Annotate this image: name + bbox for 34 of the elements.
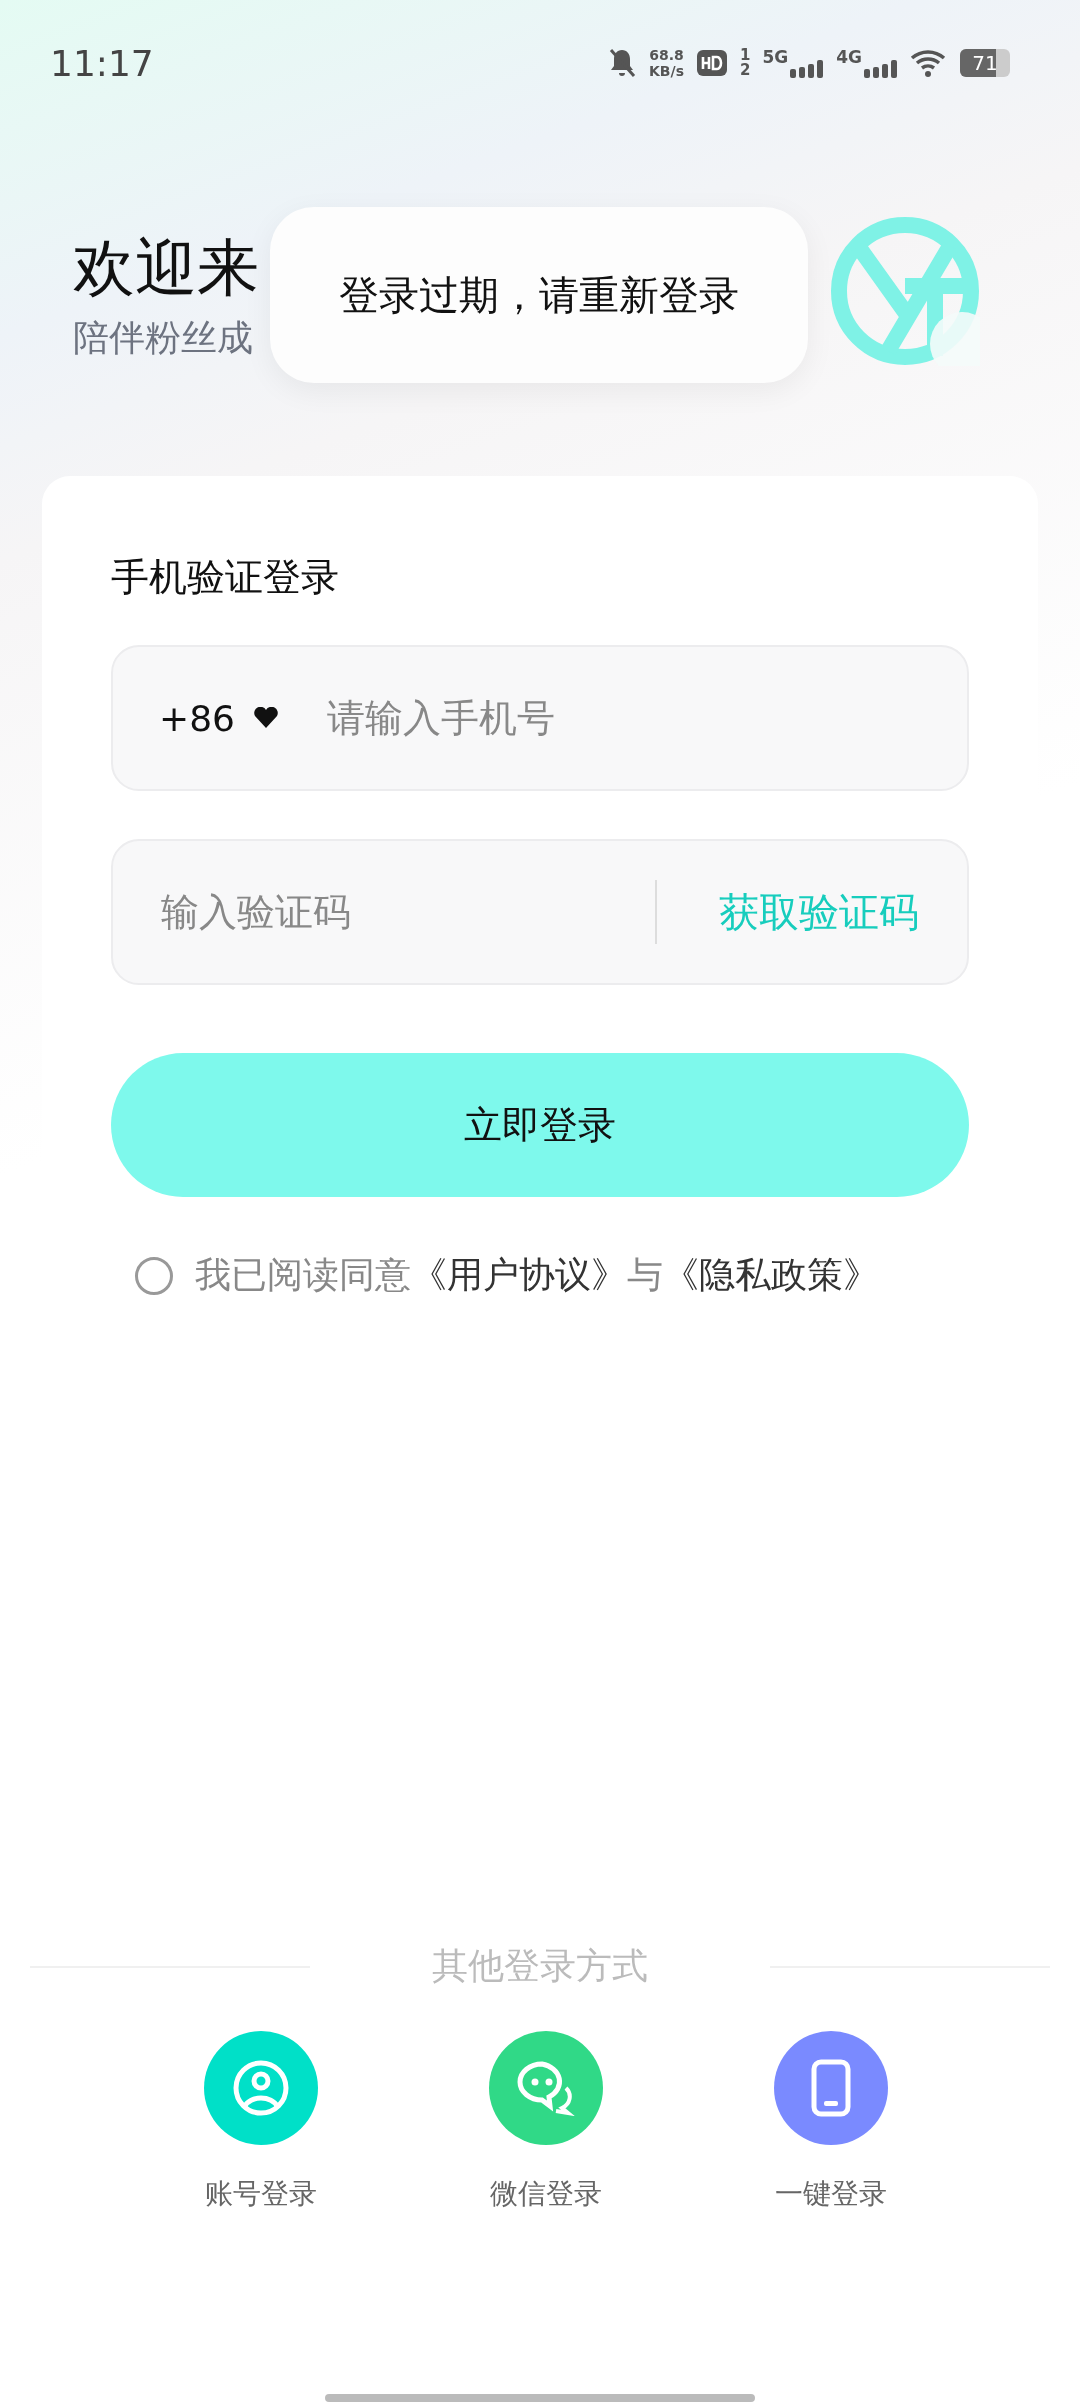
chat-icon [516, 2060, 576, 2116]
user-icon [231, 2058, 291, 2118]
mute-bell-icon [607, 47, 637, 79]
welcome-title: 欢迎来 [73, 230, 259, 306]
country-code[interactable]: +86 [159, 697, 235, 739]
signal-icon [862, 57, 898, 79]
other-login-title: 其他登录方式 [432, 1944, 648, 1988]
card-title: 手机验证登录 [111, 554, 340, 601]
hd-sim-top: 1 [739, 48, 751, 63]
agreement-text: 我已阅读同意 [195, 1253, 411, 1297]
login-method-label: 一键登录 [775, 2176, 887, 2212]
logo-icon [830, 216, 980, 366]
heart-caret-icon[interactable] [253, 707, 279, 729]
agreement-text: 与 [627, 1253, 663, 1297]
phone-field[interactable]: +86 请输入手机号 [111, 645, 969, 791]
phone-icon [809, 2058, 853, 2118]
toast-message: 登录过期，请重新登录 [270, 207, 808, 383]
user-agreement-link[interactable]: 《用户协议》 [411, 1251, 627, 1300]
signal-icon [788, 57, 825, 79]
hd-sim-bottom: 2 [739, 63, 751, 78]
net-unit: KB/s [649, 63, 684, 79]
wifi-icon [910, 48, 948, 78]
login-button[interactable]: 立即登录 [111, 1053, 969, 1197]
login-method-label: 账号登录 [205, 2176, 317, 2212]
network-label: 5G [762, 47, 789, 67]
hd-icon [695, 48, 728, 78]
agree-checkbox[interactable] [135, 1256, 173, 1295]
status-time: 11:17 [50, 42, 154, 84]
welcome-subtitle: 陪伴粉丝成 [73, 316, 253, 360]
net-speed: 68.8 [649, 47, 684, 63]
login-method-label: 微信登录 [490, 2176, 602, 2212]
battery-level: 71 [972, 51, 998, 75]
privacy-policy-link[interactable]: 《隐私政策》 [663, 1251, 879, 1300]
network-label: 4G [836, 47, 862, 67]
